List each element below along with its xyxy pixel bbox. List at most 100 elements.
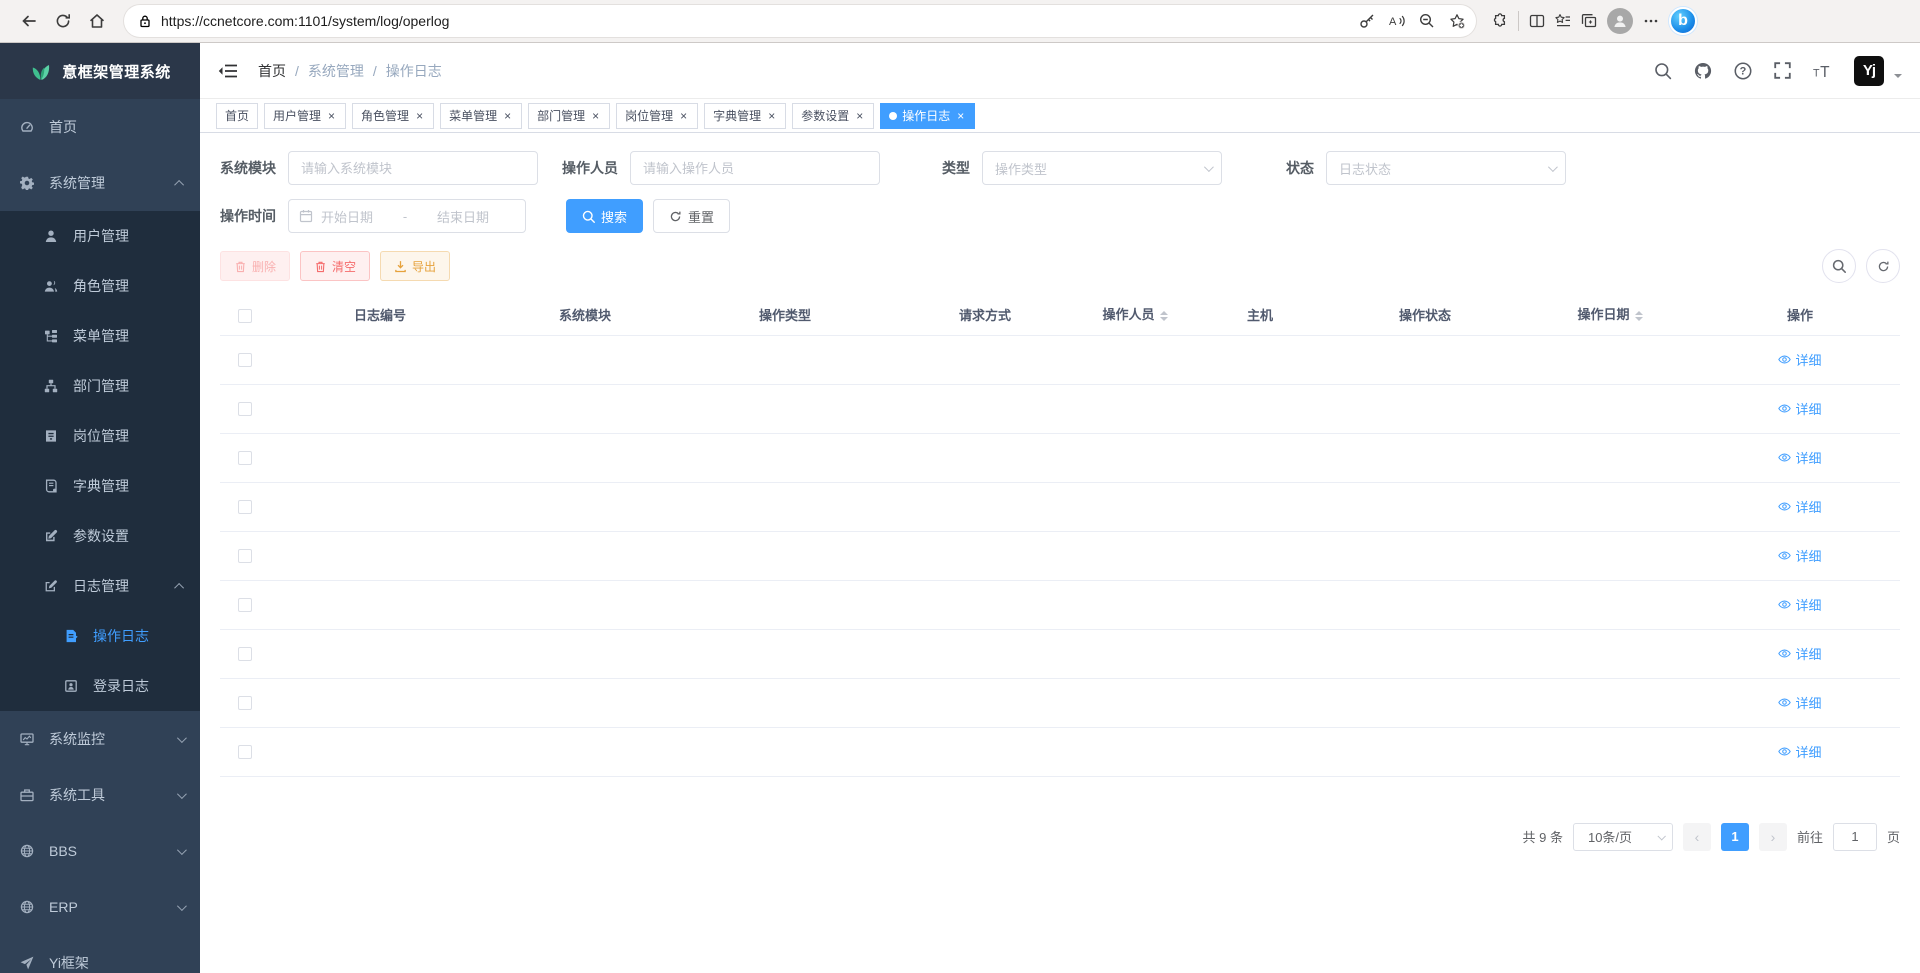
close-tab-icon[interactable]: ×	[590, 109, 601, 123]
operator-input[interactable]	[643, 161, 867, 176]
export-button[interactable]: 导出	[380, 251, 450, 281]
sidebar-item-ERP[interactable]: ERP	[0, 879, 200, 935]
sidebar-item-BBS[interactable]: BBS	[0, 823, 200, 879]
tab-岗位管理[interactable]: 岗位管理 ×	[616, 103, 698, 129]
type-select[interactable]: 操作类型	[982, 151, 1222, 185]
row-checkbox[interactable]	[238, 500, 252, 514]
sidebar-item-岗位管理[interactable]: 岗位管理	[0, 411, 200, 461]
row-checkbox[interactable]	[238, 647, 252, 661]
row-checkbox[interactable]	[238, 402, 252, 416]
tab-字典管理[interactable]: 字典管理 ×	[704, 103, 786, 129]
tab-部门管理[interactable]: 部门管理 ×	[528, 103, 610, 129]
row-checkbox[interactable]	[238, 696, 252, 710]
page-number-1[interactable]: 1	[1721, 823, 1749, 851]
select-all-checkbox[interactable]	[238, 309, 252, 323]
close-tab-icon[interactable]: ×	[326, 109, 337, 123]
zoom-out-icon[interactable]	[1412, 6, 1442, 36]
read-aloud-icon[interactable]: A	[1382, 6, 1412, 36]
address-bar[interactable]: https://ccnetcore.com:1101/system/log/op…	[124, 5, 1476, 37]
detail-link[interactable]: 详细	[1778, 350, 1821, 369]
help-icon[interactable]: ?	[1734, 62, 1752, 80]
refresh-button[interactable]	[46, 4, 80, 38]
close-tab-icon[interactable]: ×	[414, 109, 425, 123]
sidebar-item-系统管理[interactable]: 系统管理	[0, 155, 200, 211]
font-size-icon[interactable]: TT	[1813, 61, 1832, 80]
search-icon[interactable]	[1654, 62, 1672, 80]
sidebar-item-角色管理[interactable]: 角色管理	[0, 261, 200, 311]
more-icon[interactable]	[1643, 13, 1659, 29]
sidebar-item-参数设置[interactable]: 参数设置	[0, 511, 200, 561]
module-input[interactable]	[301, 161, 525, 176]
extensions-icon[interactable]	[1492, 13, 1508, 29]
refresh-table-button[interactable]	[1866, 249, 1900, 283]
delete-button[interactable]: 删除	[220, 251, 290, 281]
user-avatar[interactable]: Yj	[1854, 56, 1884, 86]
sidebar-item-登录日志[interactable]: 登录日志	[0, 661, 200, 711]
sidebar-item-Yi框架[interactable]: Yi框架	[0, 935, 200, 973]
fullscreen-icon[interactable]	[1774, 62, 1791, 79]
detail-link[interactable]: 详细	[1778, 595, 1821, 614]
sidebar-item-系统监控[interactable]: 系统监控	[0, 711, 200, 767]
show-search-button[interactable]	[1822, 249, 1856, 283]
row-checkbox[interactable]	[238, 451, 252, 465]
bing-chat-icon[interactable]: b	[1669, 7, 1697, 35]
row-checkbox[interactable]	[238, 549, 252, 563]
prev-page-button[interactable]: ‹	[1683, 823, 1711, 851]
detail-link[interactable]: 详细	[1778, 448, 1821, 467]
close-tab-icon[interactable]: ×	[766, 109, 777, 123]
detail-link[interactable]: 详细	[1778, 546, 1821, 565]
site-security-lock-icon[interactable]	[138, 14, 152, 28]
detail-link[interactable]: 详细	[1778, 399, 1821, 418]
row-checkbox[interactable]	[238, 745, 252, 759]
tab-用户管理[interactable]: 用户管理 ×	[264, 103, 346, 129]
sort-icon[interactable]	[1635, 307, 1643, 325]
goto-page-input[interactable]	[1833, 823, 1877, 851]
clear-button[interactable]: 清空	[300, 251, 370, 281]
sidebar-item-菜单管理[interactable]: 菜单管理	[0, 311, 200, 361]
row-checkbox[interactable]	[238, 598, 252, 612]
sidebar-item-字典管理[interactable]: 字典管理	[0, 461, 200, 511]
row-checkbox-cell	[220, 678, 270, 727]
sidebar-item-系统工具[interactable]: 系统工具	[0, 767, 200, 823]
date-range-picker[interactable]: 开始日期 - 结束日期	[288, 199, 526, 233]
key-icon[interactable]	[1352, 6, 1382, 36]
github-icon[interactable]	[1694, 62, 1712, 80]
reset-button[interactable]: 重置	[653, 199, 730, 233]
page-size-select[interactable]: 10条/页	[1573, 823, 1673, 851]
sidebar-item-操作日志[interactable]: 操作日志	[0, 611, 200, 661]
close-tab-icon[interactable]: ×	[502, 109, 513, 123]
tab-参数设置[interactable]: 参数设置 ×	[792, 103, 874, 129]
app-logo[interactable]: 意框架管理系统	[0, 43, 200, 99]
detail-link[interactable]: 详细	[1778, 497, 1821, 516]
breadcrumb-item-首页[interactable]: 首页	[258, 61, 286, 81]
row-checkbox[interactable]	[238, 353, 252, 367]
close-tab-icon[interactable]: ×	[955, 109, 966, 123]
tab-首页[interactable]: 首页	[216, 103, 258, 129]
favorites-bar-icon[interactable]	[1555, 13, 1571, 29]
profile-icon[interactable]	[1607, 8, 1633, 34]
back-button[interactable]	[12, 4, 46, 38]
home-button[interactable]	[80, 4, 114, 38]
sidebar-item-用户管理[interactable]: 用户管理	[0, 211, 200, 261]
next-page-button[interactable]: ›	[1759, 823, 1787, 851]
favorite-add-icon[interactable]	[1442, 6, 1472, 36]
sort-icon[interactable]	[1160, 307, 1168, 325]
detail-link[interactable]: 详细	[1778, 742, 1821, 761]
column-header-操作日期[interactable]: 操作日期	[1520, 295, 1700, 335]
sidebar-item-日志管理[interactable]: 日志管理	[0, 561, 200, 611]
search-button[interactable]: 搜索	[566, 199, 643, 233]
sidebar-fold-icon[interactable]	[218, 60, 240, 82]
status-select[interactable]: 日志状态	[1326, 151, 1566, 185]
tab-角色管理[interactable]: 角色管理 ×	[352, 103, 434, 129]
sidebar-item-部门管理[interactable]: 部门管理	[0, 361, 200, 411]
tab-操作日志[interactable]: 操作日志 ×	[880, 103, 975, 129]
detail-link[interactable]: 详细	[1778, 693, 1821, 712]
close-tab-icon[interactable]: ×	[678, 109, 689, 123]
column-header-操作人员[interactable]: 操作人员	[1080, 295, 1190, 335]
split-screen-icon[interactable]	[1529, 13, 1545, 29]
tab-菜单管理[interactable]: 菜单管理 ×	[440, 103, 522, 129]
collections-icon[interactable]	[1581, 13, 1597, 29]
close-tab-icon[interactable]: ×	[854, 109, 865, 123]
detail-link[interactable]: 详细	[1778, 644, 1821, 663]
sidebar-item-首页[interactable]: 首页	[0, 99, 200, 155]
